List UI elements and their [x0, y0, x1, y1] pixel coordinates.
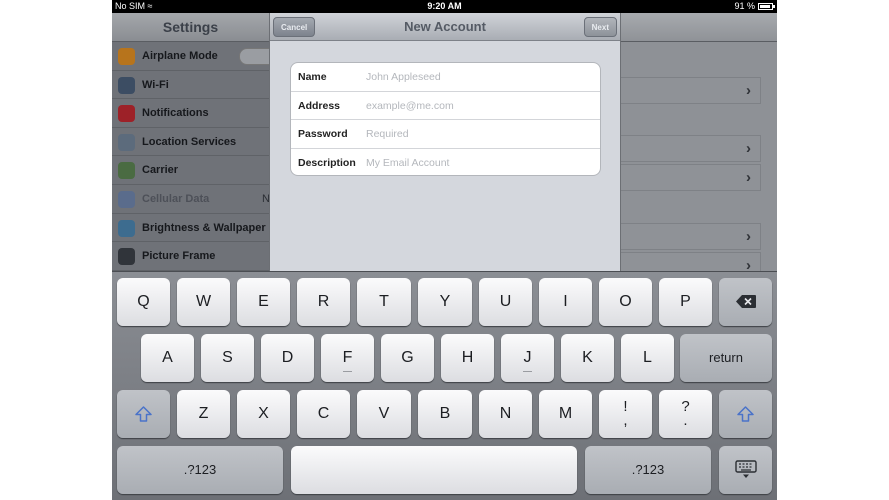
- battery-indicator: 91 %: [734, 0, 775, 13]
- numbers-key-right[interactable]: .?123: [585, 446, 711, 494]
- key-j[interactable]: J: [501, 334, 554, 382]
- settings-sidebar: Settings Airplane Mode Wi-Fi Notificatio…: [112, 13, 279, 271]
- numbers-key-left[interactable]: .?123: [117, 446, 283, 494]
- key-x[interactable]: X: [237, 390, 290, 438]
- key-question-period[interactable]: ?.: [659, 390, 712, 438]
- chevron-right-icon: ›: [746, 228, 751, 245]
- key-r[interactable]: R: [297, 278, 350, 326]
- brightness-icon: [118, 219, 135, 237]
- key-v[interactable]: V: [357, 390, 411, 438]
- key-k[interactable]: K: [561, 334, 614, 382]
- password-row: Password: [291, 120, 600, 149]
- key-q[interactable]: Q: [117, 278, 170, 326]
- key-l[interactable]: L: [621, 334, 674, 382]
- name-label: Name: [298, 71, 327, 83]
- backspace-key[interactable]: [719, 278, 772, 326]
- cellular-icon: [118, 190, 135, 208]
- key-z[interactable]: Z: [177, 390, 230, 438]
- key-d[interactable]: D: [261, 334, 314, 382]
- description-row: Description: [291, 148, 600, 175]
- key-w[interactable]: W: [177, 278, 230, 326]
- space-bar[interactable]: [291, 446, 577, 494]
- shift-key-right[interactable]: [719, 390, 772, 438]
- shift-icon: [737, 406, 754, 422]
- key-e[interactable]: E: [237, 278, 290, 326]
- detail-cell-2[interactable]: ›: [618, 135, 761, 162]
- key-n[interactable]: N: [479, 390, 532, 438]
- chevron-right-icon: ›: [746, 82, 751, 99]
- sidebar-title: Settings: [112, 13, 269, 42]
- name-row: Name: [291, 63, 600, 92]
- shift-key-left[interactable]: [117, 390, 170, 438]
- notifications-icon: [118, 105, 135, 123]
- description-field[interactable]: [366, 148, 591, 175]
- key-g[interactable]: G: [381, 334, 434, 382]
- key-i[interactable]: I: [539, 278, 592, 326]
- modal-title: New Account: [404, 19, 486, 34]
- hide-keyboard-icon: [734, 460, 757, 478]
- ipad-screen: No SIM ≈ 9:20 AM 91 % Settings Airplane …: [112, 0, 777, 500]
- chevron-right-icon: ›: [746, 169, 751, 186]
- address-row: Address: [291, 91, 600, 120]
- password-field[interactable]: [366, 120, 591, 148]
- battery-percent: 91 %: [734, 1, 755, 11]
- sidebar-item-location-services[interactable]: Location Services: [112, 128, 269, 157]
- sidebar-item-notifications[interactable]: Notifications: [112, 99, 269, 128]
- onscreen-keyboard: Q W E R T Y U I O P A S D F G H J K L re…: [112, 271, 777, 500]
- airplane-icon: [118, 48, 135, 65]
- name-field[interactable]: [366, 63, 591, 91]
- return-key[interactable]: return: [680, 334, 772, 382]
- battery-icon: [758, 3, 775, 10]
- sidebar-item-picture-frame[interactable]: Picture Frame: [112, 242, 269, 271]
- key-c[interactable]: C: [297, 390, 350, 438]
- home-row-marker: [343, 371, 352, 372]
- key-p[interactable]: P: [659, 278, 712, 326]
- sidebar-item-brightness-wallpaper[interactable]: Brightness & Wallpaper: [112, 214, 269, 243]
- sidebar-item-carrier[interactable]: Carrier: [112, 156, 269, 185]
- backspace-icon: [735, 295, 756, 309]
- hide-keyboard-key[interactable]: [719, 446, 772, 494]
- next-button[interactable]: Next: [583, 17, 617, 37]
- address-field[interactable]: [366, 91, 591, 120]
- key-u[interactable]: U: [479, 278, 532, 326]
- sidebar-item-airplane-mode[interactable]: Airplane Mode: [112, 42, 279, 71]
- phone-icon: [118, 162, 135, 180]
- description-label: Description: [298, 156, 356, 169]
- wifi-icon: [118, 76, 135, 94]
- key-exclaim-comma[interactable]: !,: [599, 390, 652, 438]
- home-row-marker: [523, 371, 532, 372]
- key-a[interactable]: A: [141, 334, 194, 382]
- key-t[interactable]: T: [357, 278, 411, 326]
- picture-frame-icon: [118, 248, 135, 266]
- status-bar: No SIM ≈ 9:20 AM 91 %: [112, 0, 777, 13]
- clock: 9:20 AM: [427, 1, 462, 11]
- key-h[interactable]: H: [441, 334, 494, 382]
- detail-cell-1[interactable]: ›: [618, 77, 761, 104]
- sidebar-item-cellular-data[interactable]: Cellular Data N: [112, 185, 270, 214]
- key-b[interactable]: B: [418, 390, 472, 438]
- password-label: Password: [298, 128, 348, 140]
- new-account-modal: Cancel New Account Next Name Address Pas…: [269, 13, 621, 271]
- key-f[interactable]: F: [321, 334, 374, 382]
- chevron-right-icon: ›: [746, 140, 751, 157]
- detail-cell-4[interactable]: ›: [618, 223, 761, 250]
- sidebar-item-wifi[interactable]: Wi-Fi: [112, 71, 269, 100]
- account-form: Name Address Password Description: [290, 62, 601, 176]
- key-s[interactable]: S: [201, 334, 254, 382]
- shift-icon: [135, 406, 152, 422]
- location-icon: [118, 133, 135, 151]
- key-y[interactable]: Y: [418, 278, 472, 326]
- modal-nav-bar: Cancel New Account Next: [270, 13, 620, 41]
- key-o[interactable]: O: [599, 278, 652, 326]
- address-label: Address: [298, 99, 341, 112]
- detail-cell-3[interactable]: ›: [618, 164, 761, 191]
- key-m[interactable]: M: [539, 390, 592, 438]
